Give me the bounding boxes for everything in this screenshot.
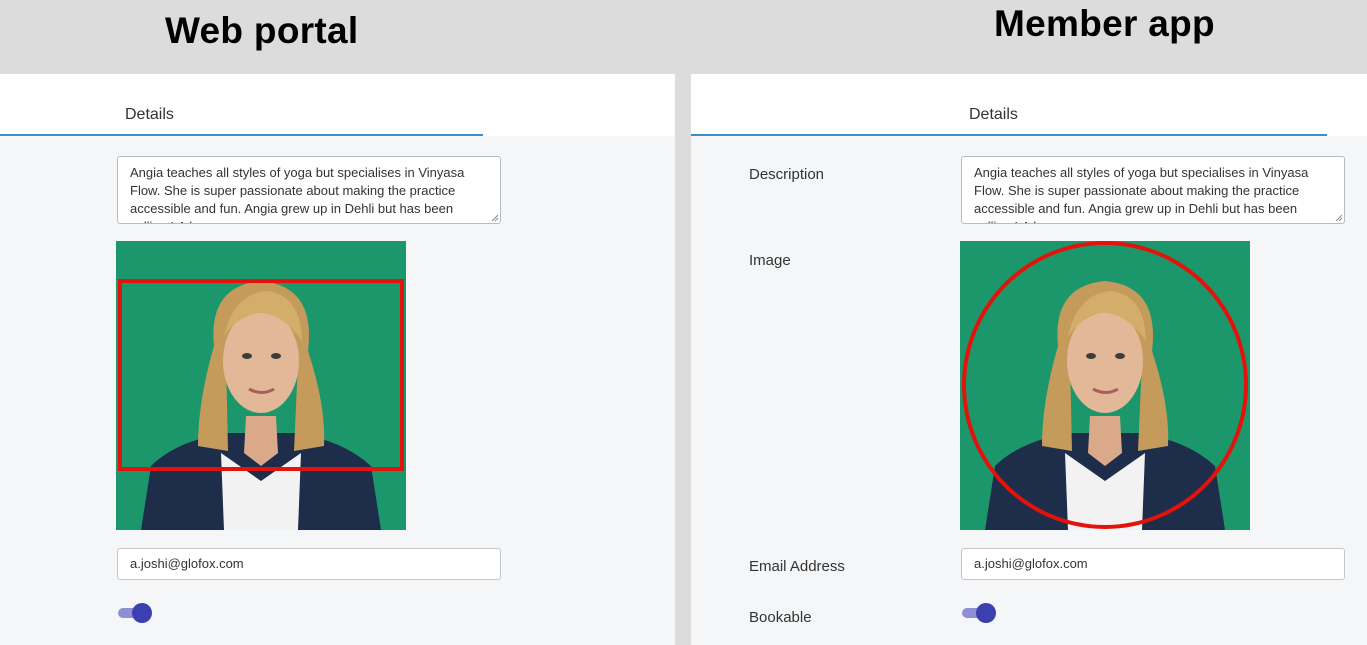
web-portal-heading: Web portal	[165, 10, 359, 51]
tab-details[interactable]: Details	[125, 106, 174, 124]
bookable-toggle[interactable]	[118, 603, 152, 623]
resize-handle-icon[interactable]	[491, 214, 498, 221]
resize-handle-icon[interactable]	[1335, 214, 1342, 221]
member-app-heading: Member app	[994, 3, 1215, 44]
tab-bar	[691, 74, 1367, 136]
bookable-label: Bookable	[749, 609, 812, 626]
description-textarea[interactable]: Angia teaches all styles of yoga but spe…	[117, 156, 501, 224]
description-label: Description	[749, 166, 825, 183]
crop-highlight-rectangle	[118, 279, 404, 471]
web-portal-panel: Details Angia teaches all styles of yoga…	[0, 74, 675, 645]
toggle-knob	[976, 603, 996, 623]
email-field[interactable]: a.joshi@glofox.com	[117, 548, 501, 580]
tab-underline	[691, 134, 1327, 136]
toggle-knob	[132, 603, 152, 623]
bookable-toggle[interactable]	[962, 603, 996, 623]
description-text: Angia teaches all styles of yoga but spe…	[974, 165, 1309, 223]
description-text: Angia teaches all styles of yoga but spe…	[130, 165, 465, 223]
email-field[interactable]: a.joshi@glofox.com	[961, 548, 1345, 580]
description-textarea[interactable]: Angia teaches all styles of yoga but spe…	[961, 156, 1345, 224]
tab-details[interactable]: Details	[969, 106, 1018, 124]
image-label: Image	[749, 252, 791, 269]
member-app-panel: Details Description Angia teaches all st…	[691, 74, 1367, 645]
tab-underline	[0, 134, 483, 136]
email-label: Email Address	[749, 558, 845, 575]
tab-bar	[0, 74, 675, 136]
crop-highlight-circle	[962, 241, 1248, 529]
